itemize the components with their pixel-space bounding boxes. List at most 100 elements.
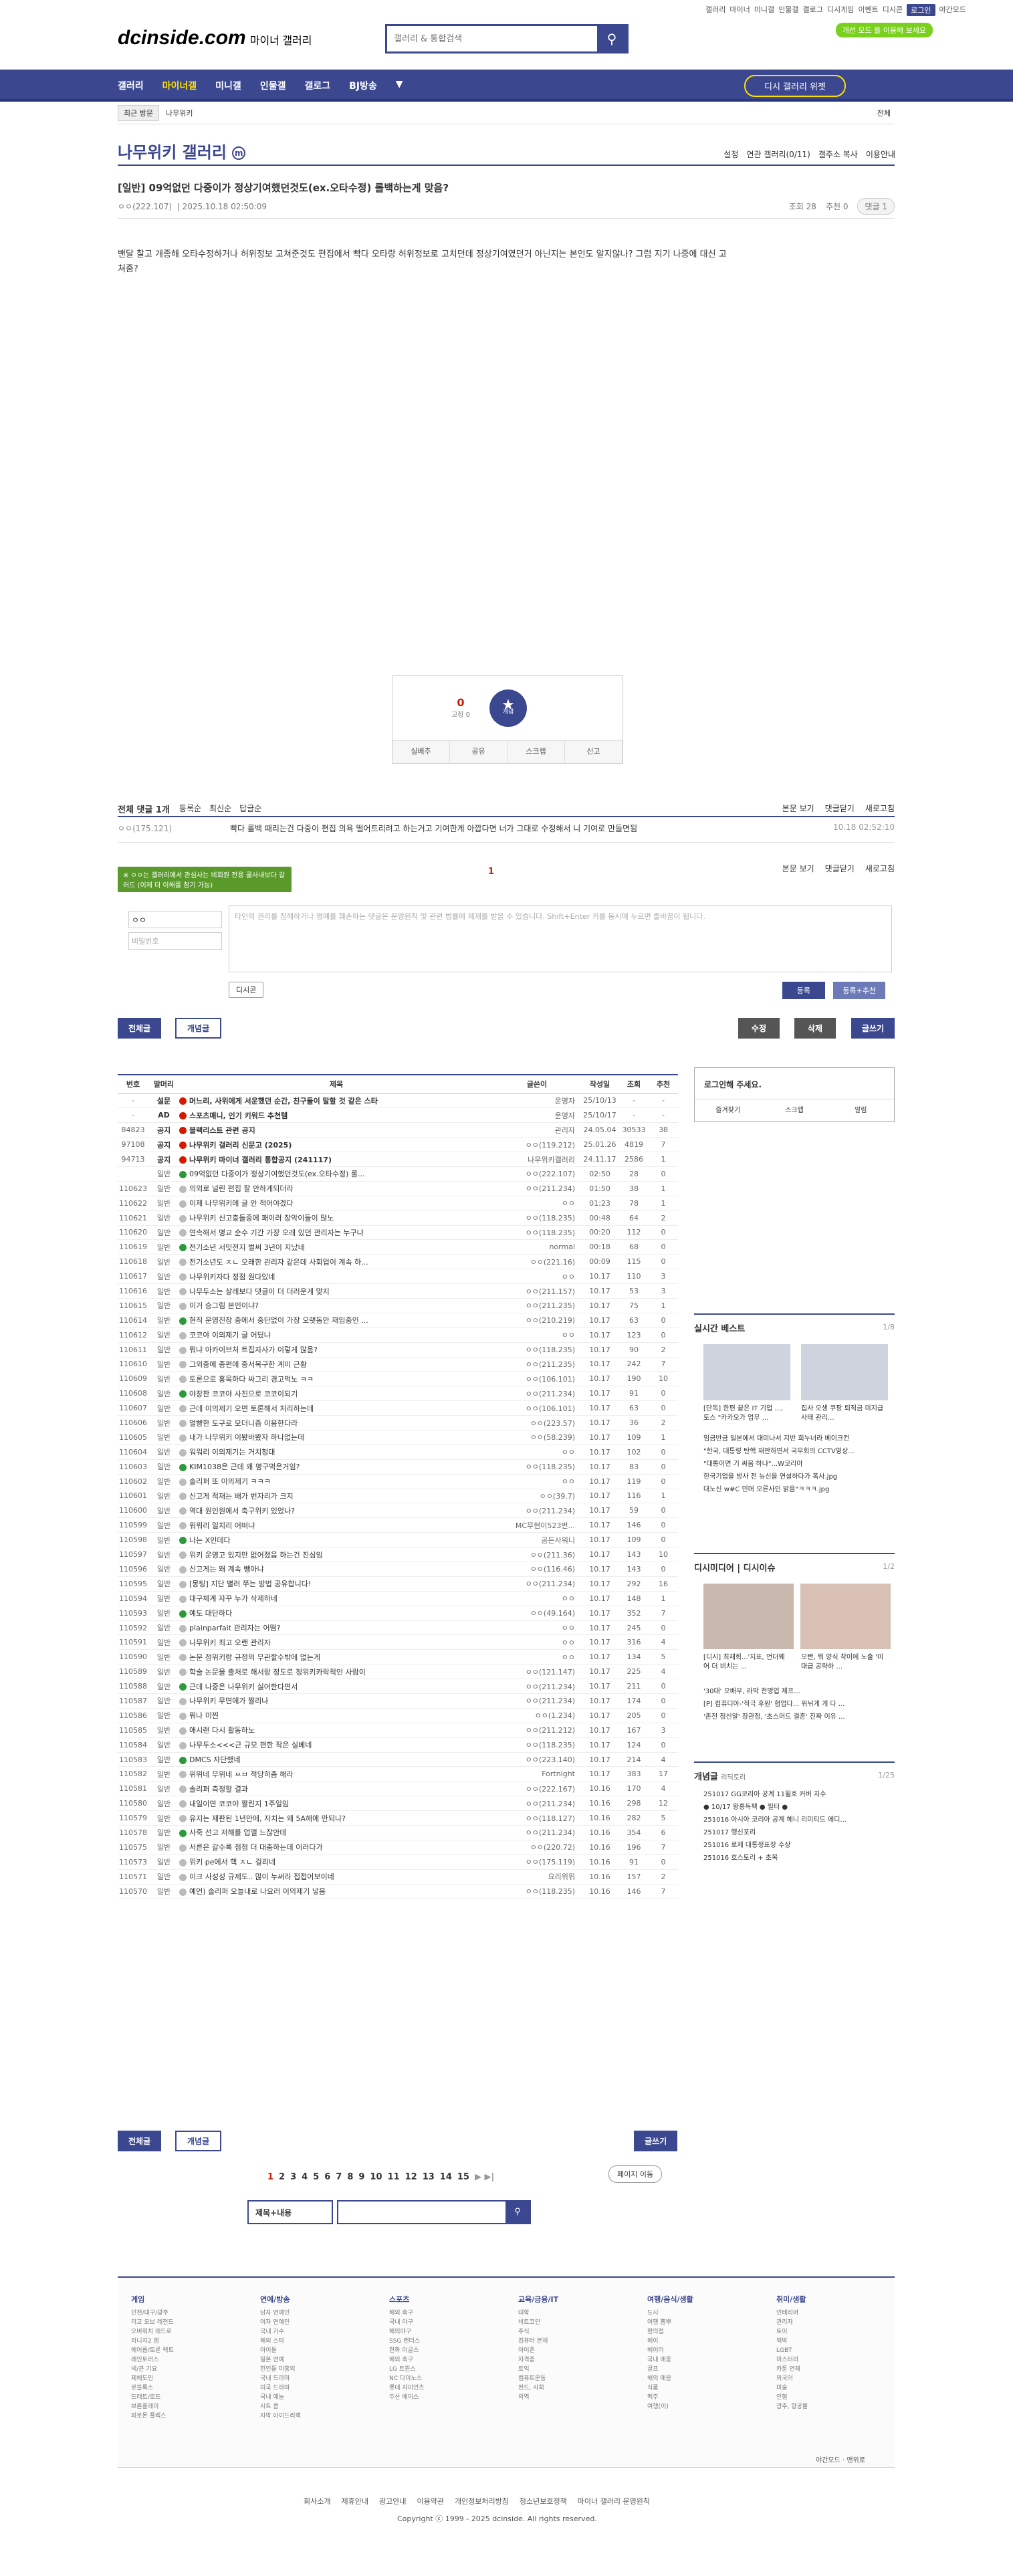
footer-link[interactable]: 해외 스타 <box>260 2337 354 2346</box>
post-title-text[interactable]: 내일이면 코코야 짤린지 1주일임 <box>189 1800 289 1808</box>
post-title[interactable]: 스포츠매니, 인기 키워드 추천템 <box>179 1107 493 1123</box>
post-title[interactable]: 나무위키 갤러리 신문고 (2025) <box>179 1137 493 1153</box>
post-title[interactable]: 머느리, 사위에게 서운했던 순간, 친구들이 말할 것 같은 스타 <box>179 1093 493 1109</box>
top-link[interactable]: 인물갤 <box>778 4 798 16</box>
post-author[interactable]: ㅇㅇ(211.234) <box>493 1679 580 1695</box>
post-author[interactable]: ㅇㅇ(118.235) <box>493 1210 580 1226</box>
comment-sort-option[interactable]: 최신순 <box>209 802 231 815</box>
thumb-image[interactable] <box>801 1344 888 1400</box>
post-title[interactable]: 나무두소<<<근 규모 편한 작은 실베네 <box>179 1737 493 1753</box>
post-author[interactable]: ㅇㅇ(222.107) <box>118 202 172 211</box>
post-title-text[interactable]: 전기소년도 ㅈㄴ 오래한 관리자 같은데 사회업이 계속 하... <box>189 1258 368 1267</box>
page-link[interactable]: 7 <box>336 2172 342 2182</box>
post-title-text[interactable]: 얼빵한 도구로 모더니즘 이용한다라 <box>189 1419 298 1428</box>
footer-link[interactable]: 두산 베이스 <box>389 2393 483 2402</box>
post-title[interactable]: 유지는 재판된 1년만에, 자치는 왜 5A해에 만되나? <box>179 1810 493 1826</box>
post-title-text[interactable]: 위키 운영고 있지만 없어졌음 하는건 진심임 <box>189 1551 323 1560</box>
footer-link[interactable]: 로블록스 <box>131 2383 225 2393</box>
footer-link[interactable]: 국내 야구 <box>389 2318 483 2327</box>
post-title-text[interactable]: 신고게는 왜 계속 뺑아냐 <box>189 1565 264 1574</box>
post-title-text[interactable]: plainparfait 관리자는 어떰? <box>189 1624 281 1632</box>
gallery-tool[interactable]: 연관 갤러리(0/11) <box>746 148 810 160</box>
footer-link[interactable]: 자격증 <box>518 2355 612 2365</box>
post-author[interactable]: ㅇㅇ(221.16) <box>493 1254 580 1270</box>
comment-action[interactable]: 새로고침 <box>865 863 895 874</box>
table-row[interactable]: 110581 일반 솔리퍼 측정할 결과 ㅇㅇ(222.167) 10.16 170 4 <box>118 1781 678 1797</box>
nav-item[interactable]: 미니갤 <box>215 79 241 92</box>
footer-dark-mode[interactable]: 야간모드 <box>816 2457 840 2464</box>
post-author[interactable]: 나무위키갤러리 <box>493 1152 580 1167</box>
top-link[interactable]: 갤러리 <box>705 4 725 16</box>
post-title[interactable]: 나는 X인데다 <box>179 1532 493 1548</box>
footer-link[interactable]: 리고 오브 레전드 <box>131 2318 225 2327</box>
post-author[interactable]: ㅇㅇ(220.72) <box>493 1840 580 1855</box>
footer-link[interactable]: 맥주 <box>647 2393 741 2402</box>
table-row[interactable]: 110609 일반 토론으로 홍목하다 싸그리 경고먹노 ㅋㅋ ㅇㅇ(106.101)… <box>118 1371 678 1387</box>
issue-item[interactable]: '존전 정신알' 장관정, '초스머드 결혼' 진짜 이유 ... <box>703 1711 845 1723</box>
page-link[interactable]: 12 <box>405 2172 417 2182</box>
top-link[interactable]: 로그인 <box>907 4 935 16</box>
post-title-text[interactable]: 위키 pe에서 핵 ㅈㄴ 걸리네 <box>189 1858 275 1866</box>
table-row[interactable]: 110593 일반 예도 대단하다 ㅇㅇ(49.164) 10.17 352 7 <box>118 1606 678 1621</box>
post-author[interactable]: 요리위위 <box>493 1869 580 1885</box>
footer-link[interactable]: 일본 연예 <box>260 2355 354 2365</box>
footer-link[interactable]: 오버워치 레드로 <box>131 2327 225 2337</box>
post-title-text[interactable]: 나무위키 갤러리 신문고 (2025) <box>189 1141 292 1150</box>
footer-column-title[interactable]: 연예/방송 <box>260 2294 354 2304</box>
footer-link[interactable]: 미스터리 <box>776 2355 870 2365</box>
post-title-text[interactable]: 그외중에 종편에 중서목구한 계이 근황 <box>189 1360 307 1369</box>
post-author[interactable]: ㅇㅇ <box>493 1196 580 1211</box>
post-author[interactable]: ㅇㅇ <box>493 1269 580 1285</box>
page-link[interactable]: 6 <box>324 2172 330 2182</box>
post-author[interactable]: ㅇㅇ <box>493 1649 580 1665</box>
page-link[interactable]: 11 <box>388 2172 400 2182</box>
post-title[interactable]: 논문 정위키랑 규정의 무관할수밖에 없는게 <box>179 1649 493 1665</box>
post-author[interactable]: ㅇㅇ(211.234) <box>493 1503 580 1519</box>
footer-link[interactable]: 넥/큰 기요 <box>131 2365 225 2374</box>
post-author[interactable]: Fortnight <box>493 1766 580 1782</box>
recommend-action[interactable]: 스크랩 <box>508 741 565 763</box>
post-title[interactable]: 솔리퍼 또 이의제기 ㅋㅋㅋ <box>179 1474 493 1489</box>
issue-item[interactable]: [P] 컴퓨디아-'적극 후원' 협업다... 위뉘게 게 다 ... <box>703 1698 845 1711</box>
page-link[interactable]: 15 <box>457 2172 469 2182</box>
table-row[interactable]: 110575 일반 서른은 갈수록 점점 더 대충하는데 이러다가 ㅇㅇ(220.72… <box>118 1840 678 1855</box>
post-author[interactable]: ㅇㅇ <box>493 1444 580 1460</box>
footer-link[interactable]: 주식 <box>518 2327 612 2337</box>
table-row[interactable]: 97108 공지 나무위키 갤러리 신문고 (2025) ㅇㅇ(119.212) 25.… <box>118 1137 678 1153</box>
footer-link[interactable]: LGBT <box>776 2346 870 2355</box>
post-title-text[interactable]: 역대 원인원에서 축구위키 있었나? <box>189 1507 295 1515</box>
concept-page[interactable]: 1/25 <box>878 1771 895 1780</box>
comment-action[interactable]: 본문 보기 <box>782 802 814 814</box>
post-title-text[interactable]: 사죽 선고 저해를 업엘 느잖안데 <box>189 1828 287 1837</box>
post-title-text[interactable]: 예도 대단하다 <box>189 1609 232 1618</box>
post-title-text[interactable]: 나무위키 마이너 갤러리 통합공지 (241117) <box>189 1156 332 1164</box>
nav-item[interactable]: 갤로그 <box>304 79 330 92</box>
table-row[interactable]: 110596 일반 신고게는 왜 계속 뺑아냐 ㅇㅇ(116.46) 10.17 143 0 <box>118 1562 678 1577</box>
post-title[interactable]: 이크 사성성 규제도.. 많이 누써라 접접어보이네 <box>179 1869 493 1885</box>
post-author[interactable]: ㅇㅇ(39.7) <box>493 1489 580 1504</box>
footer-top[interactable]: 맨위로 <box>847 2457 865 2464</box>
post-title-text[interactable]: 블랙리스트 관련 공지 <box>189 1126 255 1135</box>
post-title[interactable]: 위키 pe에서 핵 ㅈㄴ 걸리네 <box>179 1854 493 1870</box>
table-row[interactable]: 110582 일반 위위네 무위네 ㅆㅂ 적당히좀 해라 Fortnight 10.17… <box>118 1766 678 1782</box>
post-title[interactable]: 그외중에 종편에 중서목구한 계이 근황 <box>179 1357 493 1372</box>
footer-link[interactable]: 시트 콤 <box>260 2402 354 2411</box>
upvote-count[interactable]: 0 고정 0 <box>451 696 470 719</box>
gallery-widget-button[interactable]: 디시 갤러리 위젯 <box>744 75 846 97</box>
top-link[interactable]: 야간모드 <box>939 4 966 16</box>
search-icon[interactable]: ⚲ <box>597 26 627 51</box>
best-item[interactable]: "대통이면 기 싸움 하냐"...W코리아 <box>703 1458 855 1471</box>
footer-link[interactable]: 리니지2 엠 <box>131 2337 225 2346</box>
post-author[interactable]: ㅇㅇ(222.107) <box>493 1166 580 1182</box>
footer-link[interactable]: 롯데 자이언츠 <box>389 2383 483 2393</box>
post-title[interactable]: 예도 대단하다 <box>179 1606 493 1621</box>
comment-nick[interactable]: ㅇㅇ(175.121) <box>118 823 172 834</box>
post-title-text[interactable]: [몽팅] 지단 별러 쭈는 방법 공유합니다! <box>189 1580 311 1588</box>
post-title-text[interactable]: 근데 나중은 나무위키 싫어한다면서 <box>189 1683 298 1691</box>
table-row[interactable]: 110622 일반 이제 나무위키에 글 안 적어야겠다 ㅇㅇ 01:23 78 1 <box>118 1196 678 1211</box>
post-author[interactable]: 관리자 <box>493 1122 580 1138</box>
issue-item[interactable]: '30대' 오배우, 라막 천명업 제프... <box>703 1685 845 1698</box>
footer-link[interactable]: 컴퓨터 본체 <box>518 2337 612 2346</box>
table-row[interactable]: 110578 일반 사죽 선고 저해를 업엘 느잖안데 ㅇㅇ(211.234) 10.1… <box>118 1825 678 1840</box>
footer-link[interactable]: 컴퓨트운동 <box>518 2374 612 2383</box>
